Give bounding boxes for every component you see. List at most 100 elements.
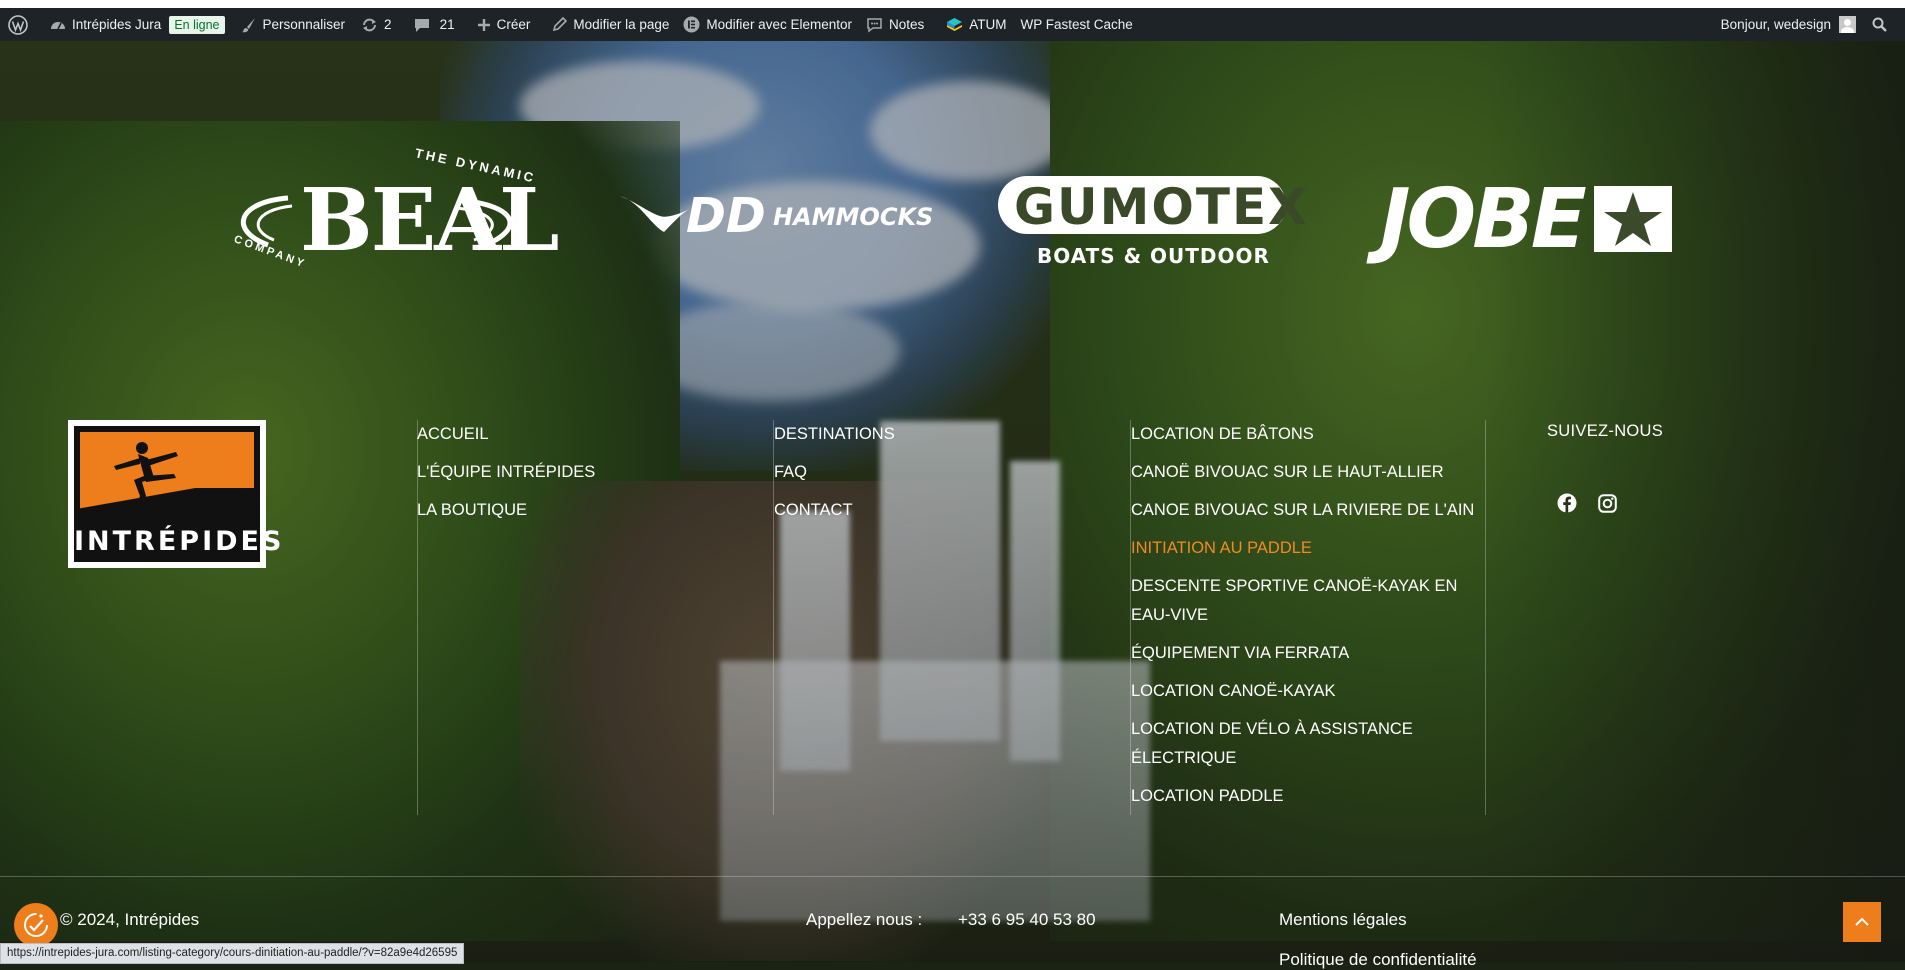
plus-icon	[477, 18, 490, 31]
dashboard-icon	[51, 21, 65, 29]
footer-info-menu-item[interactable]: CONTACT	[774, 496, 895, 525]
main-links-list: ACCUEIL L'ÉQUIPE INTRÉPIDES LA BOUTIQUE	[417, 420, 595, 525]
jobe-logo[interactable]: JOBE	[1380, 172, 1587, 267]
atum-label: ATUM	[969, 17, 1007, 32]
facebook-link[interactable]	[1556, 492, 1578, 514]
atum-layers-icon	[947, 18, 963, 31]
instagram-link[interactable]	[1596, 492, 1618, 514]
footer-divider	[0, 876, 1905, 877]
browser-status-url: https://intrepides-jura.com/listing-cate…	[0, 943, 465, 964]
footer-activity-menu-item[interactable]: LOCATION PADDLE	[1131, 782, 1491, 811]
footer-activity-menu-item[interactable]: LOCATION DE BÂTONS	[1131, 420, 1491, 449]
footer-info-menu-link[interactable]: DESTINATIONS	[774, 420, 895, 449]
avatar	[1839, 16, 1856, 33]
edit-elementor-label: Modifier avec Elementor	[706, 17, 852, 32]
climber-silhouette-icon	[114, 442, 178, 516]
footer-activity-menu-link[interactable]: DESCENTE SPORTIVE CANOË-KAYAK EN EAU-VIV…	[1131, 572, 1491, 630]
footer-activity-menu-item[interactable]: CANOE BIVOUAC SUR LA RIVIERE DE L'AIN	[1131, 496, 1491, 525]
wp-admin-bar: Intrépides Jura En ligne Personnaliser 2…	[0, 8, 1905, 41]
dd-hammocks-logo[interactable]: DD	[686, 188, 766, 244]
column-divider	[1485, 420, 1486, 815]
footer-activity-menu-link[interactable]: LOCATION PADDLE	[1131, 782, 1491, 811]
customize-label: Personnaliser	[262, 17, 346, 32]
footer-main-menu-link[interactable]: ACCUEIL	[417, 420, 595, 449]
pencil-icon	[553, 17, 568, 32]
comments-count: 21	[439, 17, 455, 32]
wordpress-logo-button[interactable]	[0, 8, 42, 41]
footer-info-menu-item[interactable]: DESTINATIONS	[774, 420, 895, 449]
follow-us-heading: SUIVEZ-NOUS	[1547, 422, 1664, 440]
cookie-consent-button[interactable]	[14, 903, 58, 947]
privacy-policy-link[interactable]: Politique de confidentialité	[1279, 950, 1477, 970]
site-name-menu[interactable]: Intrépides Jura En ligne	[42, 8, 233, 41]
account-menu[interactable]: Bonjour, wedesign	[1713, 8, 1864, 41]
beal-logo[interactable]: BEAL	[300, 170, 559, 271]
atum-button[interactable]: ATUM	[932, 8, 1014, 41]
activity-links-list: LOCATION DE BÂTONS CANOË BIVOUAC SUR LE H…	[1131, 420, 1491, 811]
notes-label: Notes	[888, 17, 925, 32]
intrepides-logo[interactable]: INTRÉPIDES	[68, 420, 285, 568]
brush-icon	[241, 17, 255, 32]
instagram-icon	[1597, 493, 1617, 513]
footer-activity-menu-link[interactable]: LOCATION DE BÂTONS	[1131, 420, 1491, 449]
copyright: © 2024, Intrépides	[60, 910, 200, 929]
footer-info-menu-link[interactable]: CONTACT	[774, 496, 895, 525]
footer-main-menu-item[interactable]: LA BOUTIQUE	[417, 496, 595, 525]
gumotex-logo[interactable]: GUMOTEX	[1014, 178, 1309, 236]
notes-button[interactable]: Notes	[860, 8, 932, 41]
fastest-cache-button[interactable]: WP Fastest Cache	[1015, 8, 1141, 41]
phone-label: Appellez nous :	[806, 910, 923, 929]
footer-main-menu-link[interactable]: LA BOUTIQUE	[417, 496, 595, 525]
updates-count: 2	[384, 17, 392, 32]
admin-search-button[interactable]	[1864, 8, 1905, 41]
updates-button[interactable]: 2	[353, 8, 400, 41]
elementor-icon	[683, 16, 700, 33]
footer-main-menu-item[interactable]: ACCUEIL	[417, 420, 595, 449]
speech-bubble-icon	[867, 17, 882, 32]
footer-activity-menu-item[interactable]: LOCATION CANOË-KAYAK	[1131, 677, 1491, 706]
chevron-up-icon	[1855, 917, 1869, 926]
fastest-cache-label: WP Fastest Cache	[1020, 17, 1133, 32]
footer-activity-menu-item[interactable]: ÉQUIPEMENT VIA FERRATA	[1131, 639, 1491, 668]
dd-hammock-logo-mark	[620, 196, 692, 232]
footer-menu-main: ACCUEIL L'ÉQUIPE INTRÉPIDES LA BOUTIQUE	[417, 420, 595, 534]
create-new-button[interactable]: Créer	[463, 8, 539, 41]
footer-main-menu-item[interactable]: L'ÉQUIPE INTRÉPIDES	[417, 458, 595, 487]
footer-activity-menu-link[interactable]: LOCATION DE VÉLO À ASSISTANCE ÉLECTRIQUE	[1131, 715, 1491, 773]
footer-activity-menu-item[interactable]: DESCENTE SPORTIVE CANOË-KAYAK EN EAU-VIV…	[1131, 572, 1491, 630]
comment-icon	[414, 18, 429, 32]
footer-activity-menu-link[interactable]: INITIATION AU PADDLE	[1131, 534, 1491, 563]
phone-link[interactable]: +33 6 95 40 53 80	[958, 910, 1096, 930]
footer-menu-info: DESTINATIONS FAQ CONTACT	[774, 420, 895, 534]
window-top-edge	[0, 0, 1905, 8]
customize-button[interactable]: Personnaliser	[233, 8, 354, 41]
waterfall-background-image	[0, 41, 1905, 962]
facebook-icon	[1557, 493, 1577, 513]
search-icon	[1872, 17, 1887, 32]
footer-info-menu-item[interactable]: FAQ	[774, 458, 895, 487]
greeting: Bonjour, wedesign	[1720, 17, 1831, 32]
gumotex-sub: BOATS & OUTDOOR	[1037, 244, 1270, 268]
refresh-icon	[363, 18, 377, 31]
footer-activity-menu-link[interactable]: CANOË BIVOUAC SUR LE HAUT-ALLIER	[1131, 458, 1491, 487]
back-to-top-button[interactable]	[1843, 902, 1881, 942]
footer-activity-menu-item[interactable]: CANOË BIVOUAC SUR LE HAUT-ALLIER	[1131, 458, 1491, 487]
footer-activity-menu-link[interactable]: CANOE BIVOUAC SUR LA RIVIERE DE L'AIN	[1131, 496, 1491, 525]
brand-name: INTRÉPIDES	[74, 526, 285, 557]
legal-notice-link[interactable]: Mentions légales	[1279, 910, 1407, 930]
jobe-star-icon	[1594, 186, 1672, 252]
footer-activity-menu-link[interactable]: ÉQUIPEMENT VIA FERRATA	[1131, 639, 1491, 668]
footer-activity-menu-item[interactable]: LOCATION DE VÉLO À ASSISTANCE ÉLECTRIQUE	[1131, 715, 1491, 773]
edit-elementor-button[interactable]: Modifier avec Elementor	[677, 8, 860, 41]
comments-button[interactable]: 21	[400, 8, 463, 41]
dd-hammocks-sub: HAMMOCKS	[773, 203, 934, 231]
cookie-hand-icon	[24, 913, 48, 937]
footer-activity-menu-item[interactable]: INITIATION AU PADDLE	[1131, 534, 1491, 563]
create-label: Créer	[496, 17, 531, 32]
site-name: Intrépides Jura	[72, 17, 162, 32]
footer-info-menu-link[interactable]: FAQ	[774, 458, 895, 487]
edit-page-button[interactable]: Modifier la page	[538, 8, 677, 41]
footer-activity-menu-link[interactable]: LOCATION CANOË-KAYAK	[1131, 677, 1491, 706]
footer-main-menu-link[interactable]: L'ÉQUIPE INTRÉPIDES	[417, 458, 595, 487]
info-links-list: DESTINATIONS FAQ CONTACT	[774, 420, 895, 525]
